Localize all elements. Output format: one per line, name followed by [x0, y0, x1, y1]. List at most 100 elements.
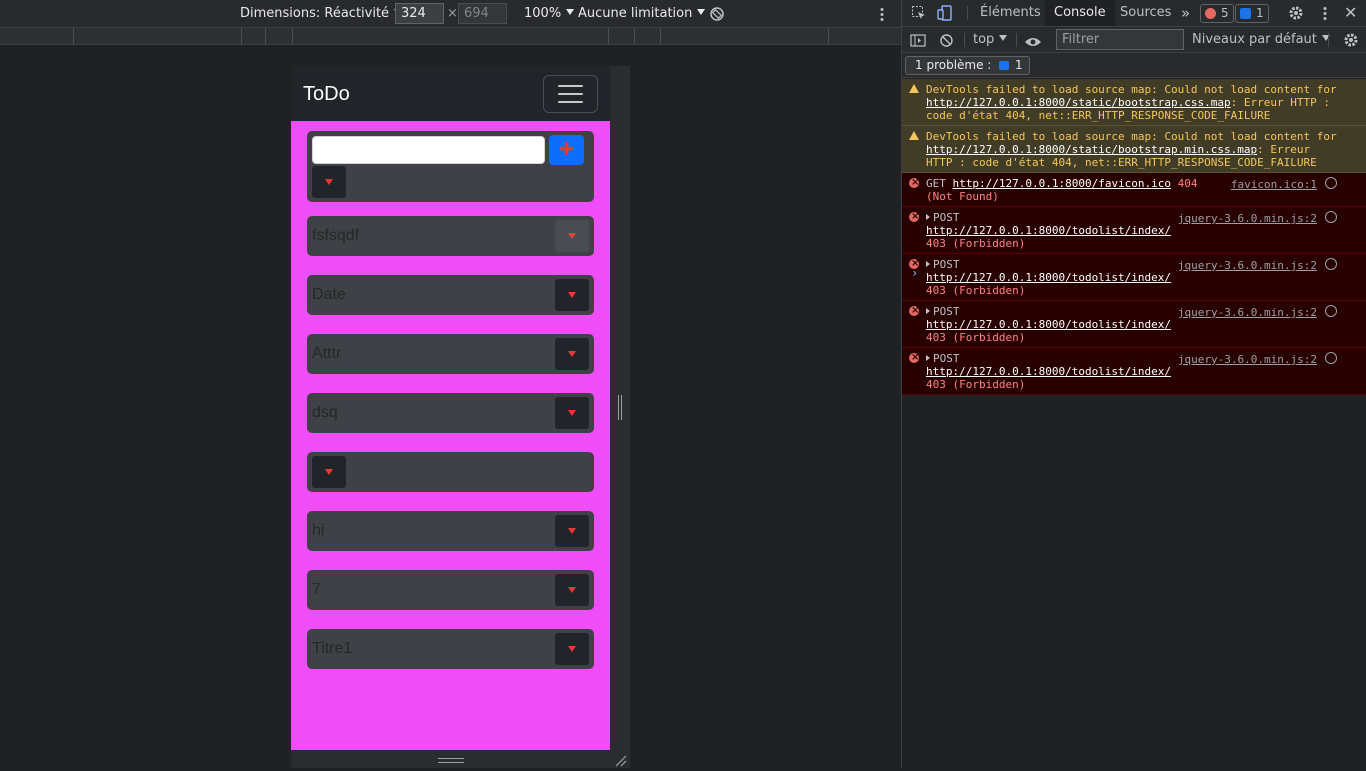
new-item-input[interactable] — [312, 136, 545, 164]
message-text: 403 (Forbidden) — [926, 378, 1026, 391]
navbar-brand[interactable]: ToDo — [303, 80, 350, 108]
width-input[interactable]: 324 — [395, 3, 444, 24]
dropdown-toggle-button[interactable] — [555, 338, 589, 370]
height-input[interactable]: 694 — [458, 3, 507, 24]
todo-item: fsfsqdf — [307, 216, 594, 256]
expand-triangle-icon[interactable] — [926, 355, 930, 361]
todo-item-title: Date — [312, 286, 346, 303]
times-icon: × — [447, 6, 458, 21]
dropdown-toggle-button[interactable] — [555, 574, 589, 606]
device-toolbar-icon[interactable] — [937, 5, 953, 21]
source-link[interactable]: jquery-3.6.0.min.js:2 — [1178, 353, 1317, 366]
device-emulation-area: Dimensions: Réactivité 324 × 694 100% Au… — [0, 0, 901, 768]
tab-sources[interactable]: Sources — [1120, 0, 1171, 26]
source-link[interactable]: jquery-3.6.0.min.js:2 — [1178, 212, 1317, 225]
resize-corner-handle[interactable] — [614, 752, 627, 767]
log-levels-dropdown[interactable]: Niveaux par défaut — [1192, 27, 1330, 52]
issues-count: 1 — [1015, 58, 1023, 72]
expand-triangle-icon[interactable] — [926, 261, 930, 267]
throttle-label: Aucune limitation — [578, 6, 693, 21]
todo-item: Atttr — [307, 334, 594, 374]
sidebar-toggle-icon[interactable] — [910, 32, 926, 47]
console-error: GET http://127.0.0.1:8000/favicon.ico 40… — [902, 173, 1366, 207]
resize-handle-right[interactable] — [618, 395, 622, 420]
error-icon — [909, 210, 919, 223]
request-method: POST — [933, 352, 960, 365]
dropdown-toggle-button[interactable] — [312, 456, 346, 488]
source-link[interactable]: jquery-3.6.0.min.js:2 — [1178, 259, 1317, 272]
resize-handle-bottom[interactable] — [438, 758, 464, 763]
message-link[interactable]: http://127.0.0.1:8000/static/bootstrap.m… — [926, 143, 1257, 156]
message-text: 403 (Forbidden) — [926, 237, 1026, 250]
divider — [967, 6, 968, 20]
navbar-toggler-button[interactable] — [543, 75, 598, 113]
rotate-icon[interactable] — [709, 5, 725, 21]
dropdown-toggle-button[interactable] — [555, 220, 589, 252]
hamburger-line — [558, 93, 583, 95]
tab-elements[interactable]: Éléments — [980, 0, 1041, 26]
message-link[interactable]: http://127.0.0.1:8000/todolist/index/ — [926, 365, 1171, 378]
add-item-button[interactable]: ✚ — [549, 135, 584, 165]
message-count: 1 — [1256, 6, 1264, 20]
devtools-menu-icon[interactable] — [1321, 6, 1329, 22]
console-error: POST http://127.0.0.1:8000/todolist/inde… — [902, 254, 1366, 301]
message-text: DevTools failed to load source map: Coul… — [926, 130, 1337, 143]
network-globe-icon[interactable] — [1325, 211, 1337, 223]
issues-button[interactable]: 1 problème : 1 — [905, 56, 1030, 75]
network-globe-icon[interactable] — [1325, 352, 1337, 364]
settings-gear-icon[interactable] — [1288, 5, 1304, 21]
message-link[interactable]: http://127.0.0.1:8000/todolist/index/ — [926, 224, 1171, 237]
close-devtools-icon[interactable]: ✕ — [1344, 0, 1357, 26]
network-globe-icon[interactable] — [1325, 258, 1337, 270]
plus-icon: ✚ — [558, 139, 575, 160]
dropdown-toggle-button[interactable] — [555, 633, 589, 665]
todo-item-title: 7 — [312, 581, 321, 598]
dropdown-toggle-button[interactable] — [555, 279, 589, 311]
context-selector[interactable]: top — [973, 27, 1008, 52]
dropdown-toggle-button[interactable] — [555, 515, 589, 547]
emulated-viewport: ToDo ✚ fsfsqdf Date Atttr dsq hi 7 Titre… — [291, 66, 610, 750]
todo-item-title: Titre1 — [312, 640, 353, 657]
live-expression-eye-icon[interactable] — [1024, 33, 1042, 47]
warning-icon — [909, 131, 919, 140]
issues-bar: 1 problème : 1 — [902, 53, 1366, 78]
more-tabs-icon[interactable]: » — [1181, 0, 1190, 26]
message-count-badge[interactable]: 1 — [1235, 4, 1269, 23]
warning-icon — [909, 84, 919, 93]
network-globe-icon[interactable] — [1325, 177, 1337, 189]
error-icon — [1205, 8, 1216, 19]
tab-console[interactable]: Console — [1045, 0, 1115, 26]
dropdown-toggle-button[interactable] — [312, 166, 346, 198]
dropdown-toggle-button[interactable] — [555, 397, 589, 429]
todo-item-title: fsfsqdf — [312, 227, 360, 244]
zoom-dropdown[interactable]: 100% — [524, 0, 575, 27]
chevron-down-icon — [697, 9, 706, 15]
message-link[interactable]: http://127.0.0.1:8000/todolist/index/ — [926, 318, 1171, 331]
message-text: 403 (Forbidden) — [926, 284, 1026, 297]
todo-item-title: Atttr — [312, 345, 342, 362]
console-prompt-chevron-icon[interactable]: › — [911, 266, 918, 280]
expand-triangle-icon[interactable] — [926, 214, 930, 220]
network-globe-icon[interactable] — [1325, 305, 1337, 317]
request-method: POST — [933, 258, 960, 271]
todo-item: dsq — [307, 393, 594, 433]
message-link[interactable]: http://127.0.0.1:8000/favicon.ico — [953, 177, 1172, 190]
more-options-icon[interactable] — [878, 6, 886, 22]
inspect-element-icon[interactable] — [911, 5, 927, 21]
expand-triangle-icon[interactable] — [926, 308, 930, 314]
message-link[interactable]: http://127.0.0.1:8000/todolist/index/ — [926, 271, 1171, 284]
source-link[interactable]: favicon.ico:1 — [1231, 178, 1317, 191]
throttle-dropdown[interactable]: Aucune limitation — [578, 0, 706, 27]
error-count-badge[interactable]: 5 — [1200, 4, 1234, 23]
request-method: GET — [926, 177, 946, 190]
filter-input[interactable]: Filtrer — [1056, 29, 1184, 50]
todo-item: 7 — [307, 570, 594, 610]
source-link[interactable]: jquery-3.6.0.min.js:2 — [1178, 306, 1317, 319]
message-link[interactable]: http://127.0.0.1:8000/static/bootstrap.c… — [926, 96, 1231, 109]
clear-console-icon[interactable] — [939, 32, 954, 47]
chevron-down-icon — [999, 35, 1008, 41]
todo-item: Titre1 — [307, 629, 594, 669]
console-settings-gear-icon[interactable] — [1343, 32, 1359, 48]
message-text: DevTools failed to load source map: Coul… — [926, 83, 1337, 96]
dimensions-dropdown[interactable]: Dimensions: Réactivité — [240, 0, 403, 27]
